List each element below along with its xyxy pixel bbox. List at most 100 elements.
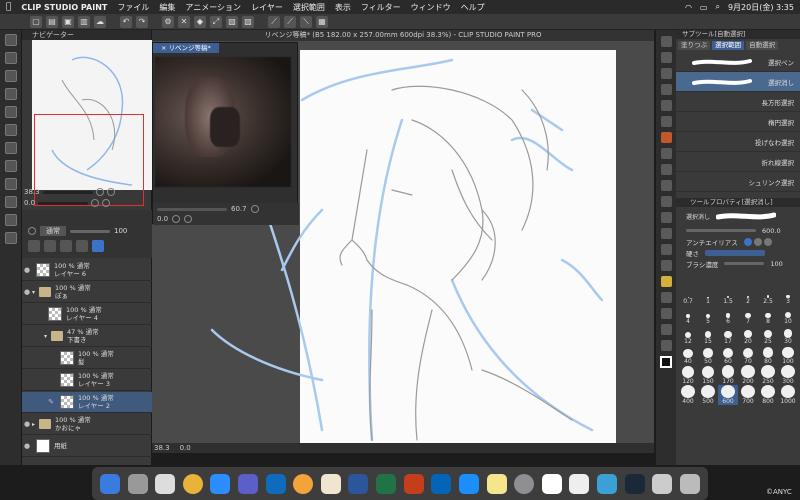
tool-icon[interactable] [660, 260, 672, 271]
layer-row[interactable]: 100 % 通常 レイヤー 3 [22, 370, 152, 391]
clip-studio-paint-icon[interactable] [541, 473, 562, 494]
brush-size-slider[interactable] [686, 229, 756, 232]
app-store-icon[interactable] [458, 473, 479, 494]
tool-icon[interactable] [660, 244, 672, 255]
wifi-icon[interactable]: ◠ [685, 3, 692, 12]
brush-size-preset[interactable]: 80 [758, 345, 778, 365]
powerpoint-icon[interactable] [403, 473, 424, 494]
tool-icon[interactable] [4, 232, 17, 244]
tool-icon[interactable] [660, 308, 672, 319]
rotate-icon[interactable] [172, 215, 181, 223]
navigator-zoom[interactable]: 38.3 [24, 188, 40, 196]
brush-size-preset[interactable]: 8 [758, 305, 778, 325]
tool-icon[interactable] [4, 106, 17, 118]
brush-size-preset[interactable]: 40 [678, 345, 698, 365]
brush-size-preset[interactable]: 17 [718, 325, 738, 345]
snap-grid-icon[interactable]: ⟋ [284, 15, 296, 28]
subtool-item[interactable]: 折れ線選択 [676, 152, 800, 172]
rotate-right-icon[interactable] [102, 199, 111, 207]
brush-size-preset[interactable]: 2.5 [758, 285, 778, 305]
excel-icon[interactable] [376, 473, 397, 494]
tool-icon[interactable] [4, 214, 17, 226]
menu-file[interactable]: ファイル [117, 2, 149, 13]
density-value[interactable]: 100 [770, 260, 782, 268]
subtool-item[interactable]: 楕円選択 [676, 112, 800, 132]
app-menu[interactable]: CLIP STUDIO PAINT [21, 3, 107, 12]
transform-icon[interactable]: ⤢ [210, 15, 222, 28]
app-icon[interactable] [596, 473, 617, 494]
reference-zoom-slider[interactable] [157, 207, 227, 211]
tool-icon[interactable] [4, 142, 17, 154]
brush-size-preset[interactable]: 12 [678, 325, 698, 345]
brush-size-preset[interactable]: 60 [718, 345, 738, 365]
antialias-option[interactable] [743, 237, 752, 246]
tool-icon[interactable] [4, 70, 17, 82]
brush-size-preset[interactable]: 700 [738, 385, 758, 405]
tool-icon[interactable] [4, 178, 17, 190]
brush-size-preset[interactable]: 10 [778, 305, 798, 325]
selection-tool-icon[interactable] [660, 36, 672, 47]
chevron-down-icon[interactable]: ▾ [44, 333, 47, 340]
brush-size-preset[interactable]: 500 [698, 385, 718, 405]
snap-special-icon[interactable]: ⟍ [300, 15, 312, 28]
brush-size-preset[interactable]: 7 [738, 305, 758, 325]
tool-icon[interactable] [660, 324, 672, 335]
opacity-slider[interactable] [70, 229, 110, 233]
mask-icon[interactable] [60, 240, 72, 252]
open-icon[interactable]: ▤ [46, 15, 58, 28]
antialias-option[interactable] [763, 237, 772, 246]
fill-tool-icon[interactable] [660, 132, 672, 143]
layer-row[interactable]: 100 % 通常 レイヤー 4 [22, 304, 152, 325]
brush-size-preset[interactable]: 100 [778, 345, 798, 365]
launchpad-icon[interactable] [127, 473, 148, 494]
tool-icon[interactable] [660, 116, 672, 127]
brush-size-preset[interactable]: 120 [678, 365, 698, 385]
downloads-icon[interactable] [652, 473, 673, 494]
search-icon[interactable]: ⌕ [715, 2, 719, 12]
menu-layer[interactable]: レイヤー [251, 2, 283, 13]
layer-opacity[interactable]: 100 [114, 227, 127, 235]
apple-icon[interactable]:  [6, 2, 11, 12]
eraser-tool-icon[interactable] [660, 100, 672, 111]
steam-icon[interactable] [624, 473, 645, 494]
redo-icon[interactable]: ↷ [136, 15, 148, 28]
pencil-app-icon[interactable] [320, 473, 341, 494]
grid-icon[interactable]: ▦ [316, 15, 328, 28]
tool-icon[interactable] [4, 124, 17, 136]
brush-size-preset[interactable]: 1000 [778, 385, 798, 405]
notes-icon[interactable] [486, 473, 507, 494]
menu-edit[interactable]: 編集 [159, 2, 175, 13]
tool-icon[interactable] [660, 148, 672, 159]
brush-size-preset[interactable]: 30 [778, 325, 798, 345]
layer-row-selected[interactable]: ✎ 100 % 通常 レイヤー 2 [22, 392, 152, 413]
tool-icon[interactable] [4, 34, 17, 46]
subtool-item[interactable]: 長方形選択 [676, 92, 800, 112]
antialias-option[interactable] [753, 237, 762, 246]
onedrive-icon[interactable] [265, 473, 286, 494]
new-layer-icon[interactable] [28, 240, 40, 252]
brush-size-preset[interactable]: 600 [718, 385, 738, 405]
tool-icon[interactable] [660, 228, 672, 239]
trash-icon[interactable] [679, 473, 700, 494]
main-color-swatch[interactable] [660, 356, 672, 368]
lock-icon[interactable] [28, 227, 36, 235]
subtool-item[interactable]: 選択ペン [676, 52, 800, 72]
chrome-icon[interactable] [182, 473, 203, 494]
clear-icon[interactable]: ✕ [178, 15, 190, 28]
cloud-icon[interactable]: ☁ [94, 15, 106, 28]
export-icon[interactable]: ▥ [78, 15, 90, 28]
pen-tool-icon[interactable] [660, 68, 672, 79]
eye-icon[interactable]: ● [22, 420, 32, 428]
brush-size-preset[interactable]: 5 [698, 305, 718, 325]
menu-help[interactable]: ヘルプ [461, 2, 485, 13]
tool-icon[interactable] [4, 88, 17, 100]
text-tool-icon[interactable] [660, 292, 672, 303]
reference-zoom[interactable]: 60.7 [231, 205, 247, 213]
tool-icon[interactable] [660, 340, 672, 351]
layer-row[interactable]: 100 % 通常髪 [22, 348, 152, 369]
brush-size-preset[interactable]: 2 [738, 285, 758, 305]
tab-selection[interactable]: 選択範囲 [712, 41, 745, 50]
tool-icon[interactable] [660, 276, 672, 287]
layer-color-icon[interactable] [92, 240, 104, 252]
chevron-right-icon[interactable]: ▸ [32, 421, 35, 428]
